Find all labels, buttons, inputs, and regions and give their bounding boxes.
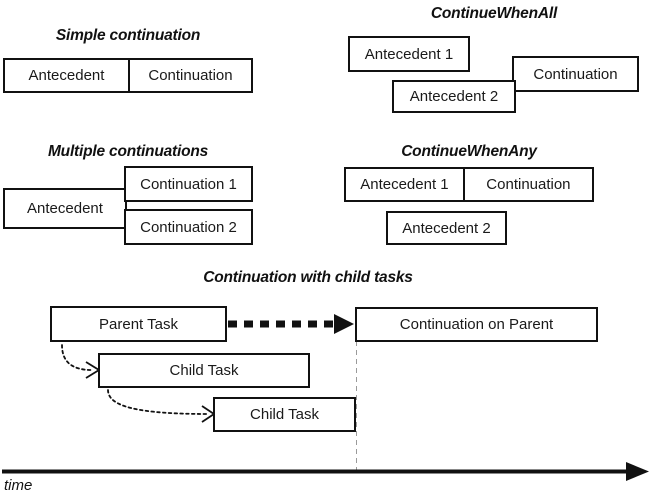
section-title-multiple-continuations: Multiple continuations <box>47 143 209 160</box>
box-antecedent-multi[interactable]: Antecedent <box>3 188 127 229</box>
box-antecedent-2-all[interactable]: Antecedent 2 <box>392 80 516 113</box>
simple-continuation-row: Antecedent Continuation <box>3 58 253 93</box>
box-antecedent[interactable]: Antecedent <box>5 60 128 91</box>
box-continuation-any[interactable]: Continuation <box>462 169 592 200</box>
box-child-task-1[interactable]: Child Task <box>98 353 310 388</box>
box-continuation-1[interactable]: Continuation 1 <box>124 166 253 202</box>
section-title-continue-when-all: ContinueWhenAll <box>430 5 558 22</box>
diagram-canvas: Simple continuation Antecedent Continuat… <box>0 0 650 503</box>
box-antecedent-1-all[interactable]: Antecedent 1 <box>348 36 470 72</box>
time-axis-label: time <box>4 477 33 494</box>
box-continuation-on-parent[interactable]: Continuation on Parent <box>355 307 598 342</box>
continue-when-any-row: Antecedent 1 Continuation <box>344 167 594 202</box>
section-title-simple-continuation: Simple continuation <box>55 27 201 44</box>
box-continuation-2[interactable]: Continuation 2 <box>124 209 253 245</box>
section-title-continuation-with-child-tasks: Continuation with child tasks <box>203 269 413 286</box>
box-antecedent-2-any[interactable]: Antecedent 2 <box>386 211 507 245</box>
box-child-task-2[interactable]: Child Task <box>213 397 356 432</box>
box-continuation[interactable]: Continuation <box>128 60 251 91</box>
section-title-continue-when-any: ContinueWhenAny <box>401 143 537 160</box>
box-continuation-all[interactable]: Continuation <box>512 56 639 92</box>
box-parent-task[interactable]: Parent Task <box>50 306 227 342</box>
box-antecedent-1-any[interactable]: Antecedent 1 <box>346 169 463 200</box>
